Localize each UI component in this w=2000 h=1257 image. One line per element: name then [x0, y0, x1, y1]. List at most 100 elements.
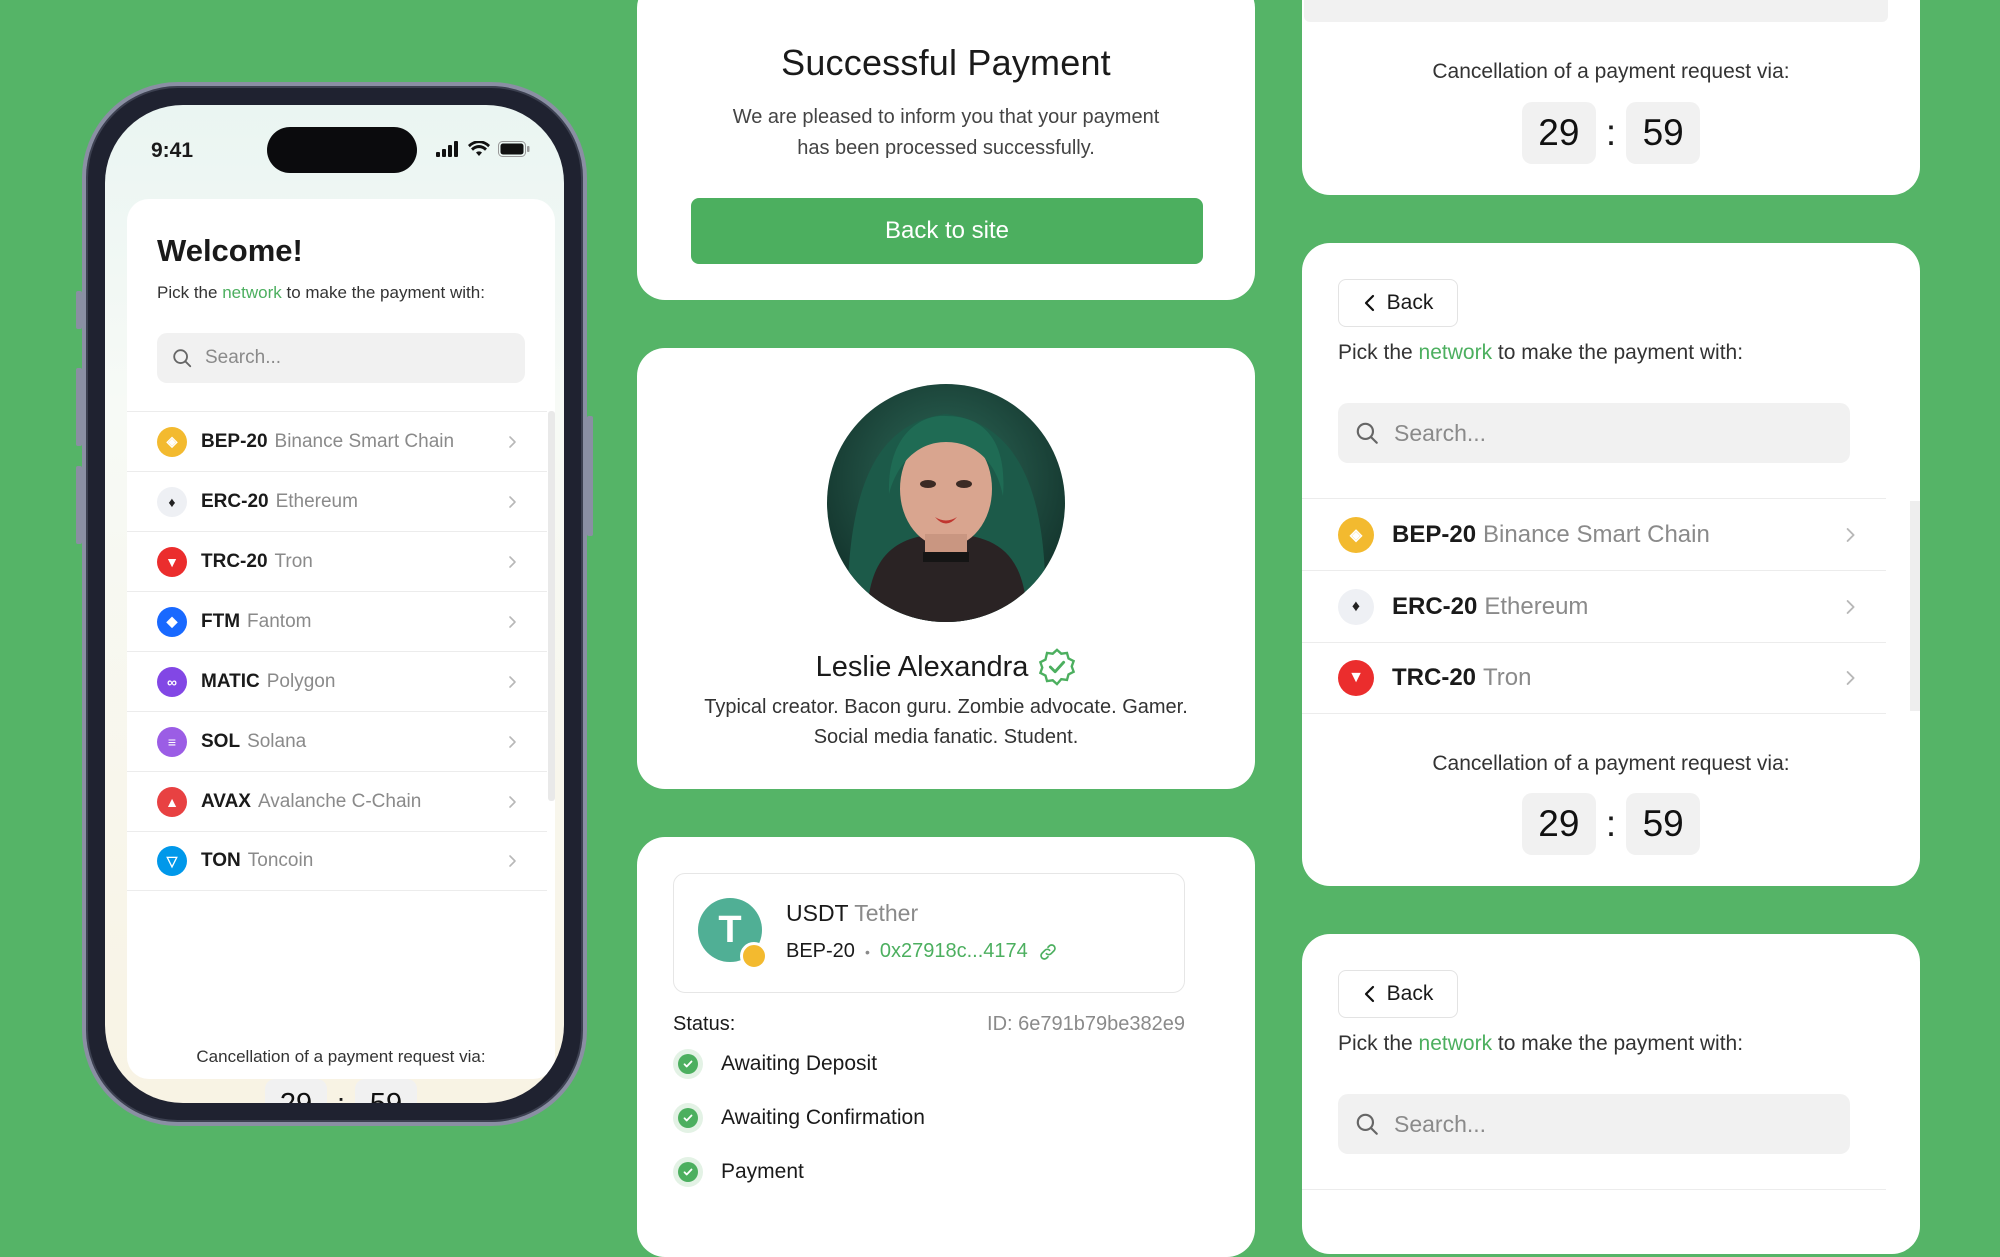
network-link[interactable]: network	[1419, 341, 1493, 364]
network-link[interactable]: network	[222, 283, 282, 302]
network-name: Binance Smart Chain	[1483, 520, 1710, 548]
chevron-right-icon	[509, 675, 516, 688]
status-step-label: Awaiting Confirmation	[721, 1106, 925, 1129]
pick-network-text: Pick the network to make the payment wit…	[157, 283, 485, 303]
network-name: Binance Smart Chain	[274, 430, 455, 452]
scrollbar[interactable]	[1910, 501, 1920, 711]
battery-icon	[498, 141, 530, 157]
network-code: SOL	[201, 730, 241, 752]
back-to-site-button[interactable]: Back to site	[691, 198, 1203, 264]
network-item-ton[interactable]: ▽ TON Toncoin	[127, 831, 547, 891]
network-code: TON	[201, 850, 241, 871]
network-name: Avalanche C-Chain	[257, 790, 422, 812]
network-code: TRC-20	[201, 550, 268, 572]
timer-minutes: 29	[1521, 793, 1596, 855]
profile-bio: Typical creator. Bacon guru. Zombie advo…	[704, 696, 1188, 748]
phone-power-button	[587, 416, 593, 536]
check-icon	[673, 1049, 703, 1079]
search-placeholder: Search...	[205, 347, 282, 368]
success-message: We are pleased to inform you that your p…	[732, 106, 1160, 159]
status-step: Awaiting Confirmation	[673, 1103, 925, 1133]
network-item-bep-20[interactable]: ◈ BEP-20 Binance Smart Chain	[1302, 498, 1886, 570]
wifi-icon	[468, 141, 490, 156]
chevron-right-icon	[509, 735, 516, 748]
network-list: ◈ BEP-20 Binance Smart Chain ♦ ERC-20 Ethereu…	[1302, 498, 1886, 714]
search-icon	[1356, 1113, 1378, 1135]
network-item-matic[interactable]: ∞ MATIC Polygon	[127, 651, 547, 711]
timer-seconds: 59	[1626, 102, 1701, 164]
network-code: AVAX	[201, 790, 251, 812]
signal-icon	[436, 141, 458, 157]
back-button[interactable]: Back	[1338, 970, 1458, 1018]
chevron-right-icon	[509, 555, 516, 568]
phone-network-card: Welcome! Pick the network to make the pa…	[127, 199, 555, 1103]
binance-icon: ◈	[1338, 516, 1374, 553]
coin-network: BEP-20	[786, 940, 855, 962]
coin-title: USDT Tether	[786, 900, 918, 927]
network-name: Fantom	[247, 610, 312, 632]
polygon-icon: ∞	[157, 666, 187, 697]
chevron-right-icon	[1846, 671, 1855, 685]
cancel-text: Cancellation of a payment request via:	[1432, 60, 1790, 83]
network-item-erc-20[interactable]: ♦ ERC-20 Ethereum	[127, 471, 547, 531]
top-gray-panel	[1304, 0, 1888, 22]
back-label: Back	[1386, 291, 1434, 314]
success-card: Successful Payment We are pleased to inf…	[637, 0, 1255, 300]
search-input[interactable]: Search...	[1338, 1094, 1850, 1154]
status-step: Awaiting Deposit	[673, 1049, 877, 1079]
check-icon	[673, 1157, 703, 1187]
profile-card: Leslie Alexandra Typical creator. Bacon …	[637, 348, 1255, 789]
network-name: Ethereum	[275, 490, 358, 512]
chevron-right-icon	[509, 435, 516, 448]
back-button[interactable]: Back	[1338, 279, 1458, 327]
network-list: ◈ BEP-20 Binance Smart Chain ♦ ERC-20 Ethereu…	[127, 411, 547, 891]
status-step: Payment	[673, 1157, 804, 1187]
tron-icon: ▼	[1338, 660, 1374, 696]
chevron-left-icon	[1364, 985, 1374, 1003]
network-item-ftm[interactable]: ◆ FTM Fantom	[127, 591, 547, 651]
network-link[interactable]: network	[1419, 1032, 1493, 1055]
status-bar: 9:41	[105, 105, 564, 183]
cancel-text: Cancellation of a payment request via:	[196, 1047, 486, 1066]
network-code: FTM	[201, 610, 241, 632]
scrollbar[interactable]	[548, 411, 555, 801]
transaction-id: ID: 6e791b79be382e9	[987, 1013, 1185, 1035]
chevron-right-icon	[509, 855, 516, 867]
network-item-trc-20[interactable]: ▼ TRC-20 Tron	[1302, 642, 1886, 714]
network-item-erc-20[interactable]: ♦ ERC-20 Ethereum	[1302, 570, 1886, 642]
timer-seconds: 59	[1626, 793, 1701, 855]
pick-prefix: Pick the	[157, 283, 218, 302]
wallet-address-link[interactable]: 0x27918c...4174	[880, 940, 1028, 963]
timer-seconds: 59	[355, 1079, 418, 1103]
network-item-bep-20[interactable]: ◈ BEP-20 Binance Smart Chain	[127, 411, 547, 471]
success-title: Successful Payment	[781, 42, 1111, 83]
network-item-sol[interactable]: ≡ SOL Solana	[127, 711, 547, 771]
fantom-icon: ◆	[157, 606, 187, 637]
network-code: ERC-20	[1392, 592, 1478, 620]
network-select-card: Back Pick the network to make the paymen…	[1302, 243, 1920, 886]
chevron-right-icon	[1846, 527, 1855, 542]
network-code: ERC-20	[201, 490, 269, 512]
timer-separator: :	[337, 1088, 345, 1104]
network-item-trc-20[interactable]: ▼ TRC-20 Tron	[127, 531, 547, 591]
search-input[interactable]: Search...	[1338, 403, 1850, 463]
pick-network-text: Pick the network to make the payment wit…	[1338, 1032, 1743, 1056]
network-name: Toncoin	[247, 850, 314, 871]
ethereum-icon: ♦	[1338, 588, 1374, 625]
search-input[interactable]: Search...	[157, 333, 525, 383]
network-item-avax[interactable]: ▲ AVAX Avalanche C-Chain	[127, 771, 547, 831]
phone-volume-up	[76, 368, 82, 446]
search-icon	[1356, 422, 1378, 444]
network-name: Ethereum	[1484, 592, 1589, 620]
link-icon[interactable]	[1038, 942, 1058, 962]
status-label: Status:	[673, 1013, 736, 1035]
check-icon	[673, 1103, 703, 1133]
coin-name: Tether	[854, 900, 919, 926]
network-code: BEP-20	[201, 430, 268, 452]
chevron-left-icon	[1364, 294, 1374, 312]
phone-screen: 9:41 Welcome! Pick the network to make t…	[105, 105, 564, 1103]
status-icons	[436, 141, 530, 157]
timer-separator: :	[1605, 803, 1617, 844]
pick-prefix: Pick the	[1338, 341, 1413, 364]
timer-minutes: 29	[264, 1079, 327, 1103]
